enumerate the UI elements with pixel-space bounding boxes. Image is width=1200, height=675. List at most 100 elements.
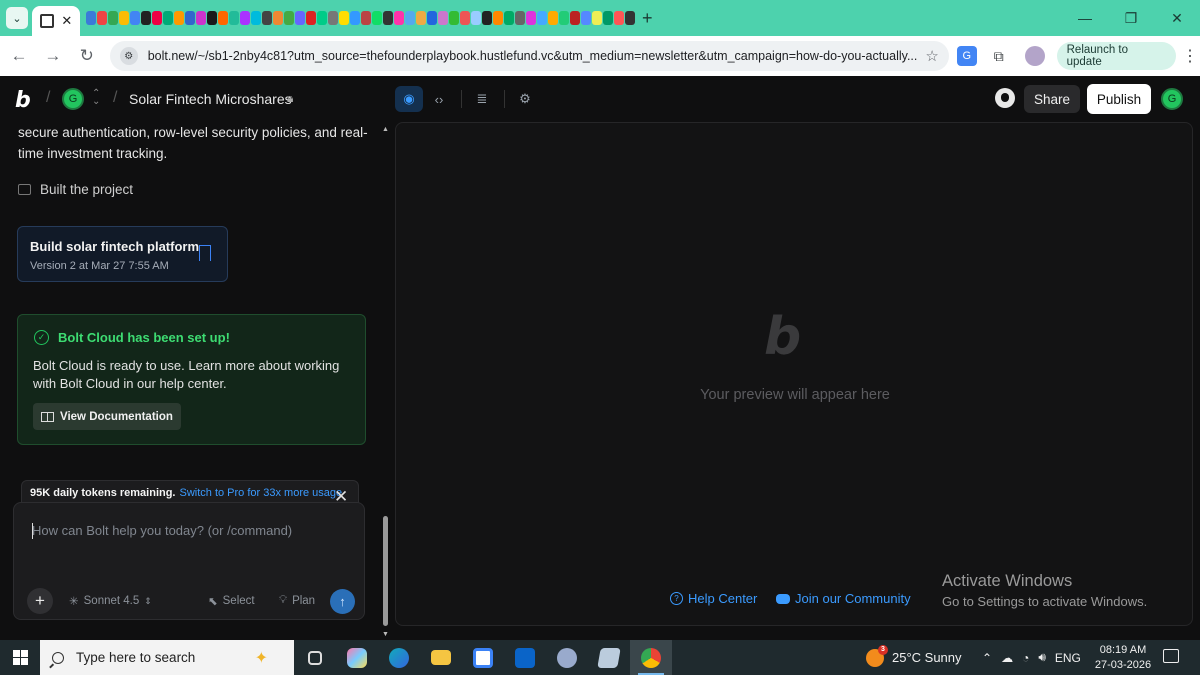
tab-favicon-icon[interactable] [185, 11, 195, 25]
browser-menu-icon[interactable]: ⋮ [1180, 46, 1200, 66]
tab-favicon-icon[interactable] [229, 11, 239, 25]
extensions-icon[interactable]: ⧉ [985, 42, 1013, 70]
tab-favicon-icon[interactable] [614, 11, 624, 25]
tab-favicon-icon[interactable] [493, 11, 503, 25]
tab-favicon-icon[interactable] [306, 11, 316, 25]
tab-favicon-icon[interactable] [559, 11, 569, 25]
store-app[interactable] [462, 640, 504, 675]
model-selector[interactable]: ✳ Sonnet 4.5 ⇕ [69, 594, 152, 608]
pinned-app-2[interactable] [588, 640, 630, 675]
tab-favicon-icon[interactable] [97, 11, 107, 25]
task-view-button[interactable] [294, 640, 336, 675]
bookmark-icon[interactable] [199, 245, 211, 261]
tab-favicon-icon[interactable] [449, 11, 459, 25]
tab-favicon-icon[interactable] [482, 11, 492, 25]
tab-favicon-icon[interactable] [548, 11, 558, 25]
tab-favicon-icon[interactable] [295, 11, 305, 25]
tab-favicon-icon[interactable] [537, 11, 547, 25]
code-icon[interactable]: ‹› [425, 86, 453, 112]
database-icon[interactable]: ≣ [468, 86, 496, 112]
help-center-link[interactable]: ? Help Center [670, 591, 757, 606]
scroll-down-icon[interactable]: ▼ [382, 631, 389, 638]
tab-favicon-icon[interactable] [515, 11, 525, 25]
tab-favicon-icon[interactable] [119, 11, 129, 25]
switch-to-pro-link[interactable]: Switch to Pro for 33x more usage [180, 487, 343, 499]
community-link[interactable]: Join our Community [776, 591, 911, 606]
notification-icon[interactable] [1163, 649, 1179, 663]
tab-favicon-icon[interactable] [592, 11, 602, 25]
view-documentation-button[interactable]: View Documentation [33, 403, 181, 430]
tab-favicon-icon[interactable] [196, 11, 206, 25]
tab-favicon-icon[interactable] [460, 11, 470, 25]
tab-favicon-icon[interactable] [570, 11, 580, 25]
tab-favicon-icon[interactable] [152, 11, 162, 25]
plan-button[interactable]: 💡︎ Plan [279, 594, 315, 607]
translate-icon[interactable]: G [956, 46, 977, 66]
cloud-sync-icon[interactable]: ☁ [1001, 651, 1013, 665]
tab-favicon-icon[interactable] [471, 11, 481, 25]
reload-button[interactable]: ↻ [72, 41, 102, 71]
tab-favicon-icon[interactable] [394, 11, 404, 25]
github-icon[interactable] [995, 88, 1015, 108]
tab-favicon-icon[interactable] [251, 11, 261, 25]
restore-button[interactable]: ❐ [1108, 0, 1154, 36]
tab-favicon-icon[interactable] [284, 11, 294, 25]
volume-icon[interactable]: 🔊︎ [1038, 650, 1046, 665]
team-avatar[interactable]: G [62, 88, 84, 110]
tab-favicon-icon[interactable] [350, 11, 360, 25]
close-window-button[interactable]: ✕ [1154, 0, 1200, 36]
tab-favicon-icon[interactable] [438, 11, 448, 25]
minimize-button[interactable]: — [1062, 0, 1108, 36]
language-indicator[interactable]: ENG [1055, 651, 1081, 665]
tab-favicon-icon[interactable] [427, 11, 437, 25]
tab-favicon-icon[interactable] [526, 11, 536, 25]
relaunch-button[interactable]: Relaunch to update [1056, 42, 1177, 70]
scrollbar-thumb[interactable] [383, 516, 388, 626]
tab-favicon-icon[interactable] [174, 11, 184, 25]
settings-gear-icon[interactable]: ⚙ [511, 86, 539, 112]
tab-favicon-icon[interactable] [86, 11, 96, 25]
tab-favicon-icon[interactable] [416, 11, 426, 25]
tab-search-button[interactable]: ⌄ [6, 7, 28, 29]
edge-app[interactable] [378, 640, 420, 675]
preview-eye-icon[interactable]: ◉ [395, 86, 423, 112]
tray-chevron-icon[interactable]: ⌃ [982, 651, 992, 665]
chrome-app[interactable] [630, 640, 672, 675]
version-card[interactable]: Build solar fintech platform Version 2 a… [17, 226, 228, 282]
tab-favicon-icon[interactable] [405, 11, 415, 25]
tab-favicon-icon[interactable] [339, 11, 349, 25]
tab-favicon-icon[interactable] [603, 11, 613, 25]
taskbar-search[interactable]: Type here to search ✦ [40, 640, 294, 675]
scroll-up-icon[interactable]: ▲ [382, 126, 389, 133]
chat-composer[interactable]: How can Bolt help you today? (or /comman… [13, 502, 365, 620]
tab-favicon-icon[interactable] [372, 11, 382, 25]
clock[interactable]: 08:19 AM 27-03-2026 [1092, 643, 1154, 673]
new-tab-button[interactable]: + [642, 8, 653, 29]
tab-favicon-icon[interactable] [218, 11, 228, 25]
active-tab[interactable]: ✕ [32, 6, 80, 36]
tab-favicon-icon[interactable] [240, 11, 250, 25]
tab-favicon-icon[interactable] [383, 11, 393, 25]
outlook-app[interactable] [504, 640, 546, 675]
copilot-app[interactable] [336, 640, 378, 675]
weather-widget[interactable]: 3 25°C Sunny [866, 640, 962, 675]
back-button[interactable]: ← [4, 41, 34, 71]
tab-favicon-icon[interactable] [163, 11, 173, 25]
site-info-icon[interactable]: ⚙ [119, 47, 138, 65]
tab-favicon-icon[interactable] [625, 11, 635, 25]
tab-favicon-icon[interactable] [141, 11, 151, 25]
bookmark-star-icon[interactable]: ☆ [925, 47, 938, 65]
tab-favicon-icon[interactable] [108, 11, 118, 25]
tab-favicon-icon[interactable] [361, 11, 371, 25]
chat-scrollbar[interactable]: ▲ ▼ [381, 126, 390, 638]
share-button[interactable]: Share [1024, 85, 1080, 113]
tab-favicon-icon[interactable] [581, 11, 591, 25]
select-button[interactable]: ⬉ Select [208, 594, 255, 608]
bolt-logo[interactable]: b [15, 88, 31, 113]
tab-favicon-icon[interactable] [273, 11, 283, 25]
tab-favicon-icon[interactable] [130, 11, 140, 25]
address-bar[interactable]: ⚙ bolt.new/~/sb1-2nby4c81?utm_source=the… [109, 41, 949, 71]
send-button[interactable]: ↑ [330, 589, 355, 614]
chevron-updown-icon[interactable]: ⌃ ⌄ [92, 89, 100, 107]
file-explorer-app[interactable] [420, 640, 462, 675]
